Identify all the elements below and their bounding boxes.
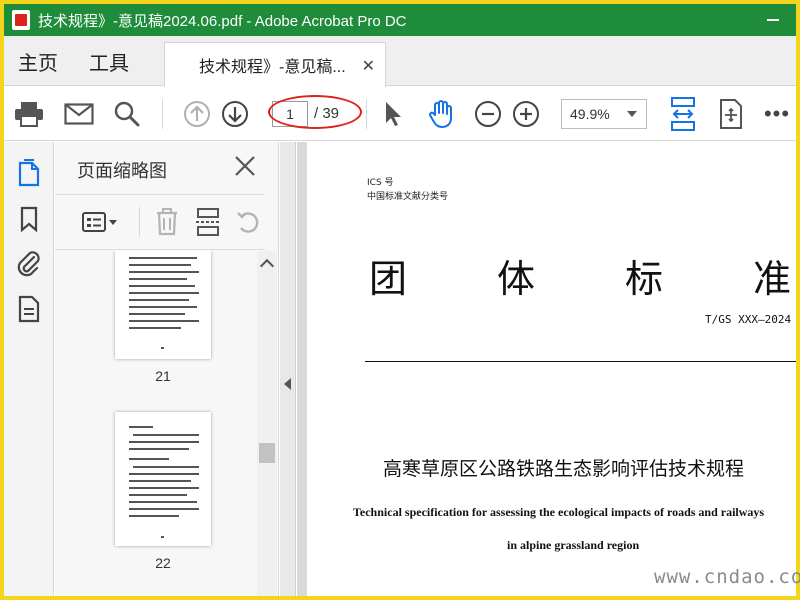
- thumbnail-list: 21 22: [55, 251, 255, 596]
- zoom-select[interactable]: 49.9%: [561, 99, 647, 129]
- print-icon: [15, 102, 43, 127]
- page-thumbnails-panel: 页面缩略图 21 22: [55, 142, 279, 596]
- previous-page-button[interactable]: [180, 97, 214, 131]
- thumbnail-options-button[interactable]: [81, 207, 121, 237]
- thumbnail-page-number: 22: [155, 555, 171, 571]
- paperclip-icon: [17, 251, 40, 277]
- arrow-down-circle-icon: [222, 101, 248, 127]
- hand-tool-button[interactable]: [424, 97, 458, 131]
- document-view[interactable]: ICS 号 中国标准文献分类号 团体标准 T/GS XXX—2024 高寒草原区…: [297, 142, 796, 596]
- header-rule: [365, 361, 796, 362]
- search-icon: [114, 101, 140, 127]
- close-panel-button[interactable]: [233, 154, 257, 178]
- tab-document[interactable]: 技术规程》-意见稿... ✕: [164, 42, 386, 87]
- fit-width-icon: [671, 97, 695, 131]
- tools-separator: [139, 207, 140, 237]
- page-thumbnails-button[interactable]: [14, 158, 44, 188]
- rotate-page-button[interactable]: [235, 207, 263, 237]
- page-split-icon: [196, 208, 220, 236]
- email-button[interactable]: [62, 97, 96, 131]
- print-button[interactable]: [12, 97, 46, 131]
- document-title-zh: 高寒草原区公路铁路生态影响评估技术规程: [383, 458, 745, 480]
- acrobat-window: 技术规程》-意见稿2024.06.pdf - Adobe Acrobat Pro…: [4, 4, 796, 596]
- more-tools-button[interactable]: •••: [762, 97, 792, 131]
- page-number-input[interactable]: 1: [272, 101, 308, 127]
- more-dots-icon: •••: [763, 101, 791, 126]
- scroll-up-icon[interactable]: [259, 258, 275, 274]
- site-watermark: www.cndao.com: [654, 566, 800, 588]
- tab-home[interactable]: 主页: [18, 36, 58, 86]
- zoom-out-button[interactable]: [472, 97, 504, 131]
- thumbnail-tools: [55, 194, 265, 250]
- document-lines-icon: [18, 295, 40, 323]
- search-button[interactable]: [110, 97, 144, 131]
- page-info-button[interactable]: [14, 294, 44, 324]
- pointer-cursor-icon: [386, 102, 401, 126]
- document-tab-label: 技术规程》-意见稿...: [199, 59, 346, 76]
- options-menu-icon: [82, 212, 117, 232]
- page-thumbnail-21[interactable]: [115, 251, 211, 359]
- navigation-rail: [4, 142, 54, 596]
- zoom-in-button[interactable]: [510, 97, 542, 131]
- standard-type-title: 团体标准: [369, 257, 791, 301]
- plus-circle-icon: [513, 101, 539, 127]
- minus-circle-icon: [475, 101, 501, 127]
- envelope-icon: [64, 103, 94, 125]
- title-bar: 技术规程》-意见稿2024.06.pdf - Adobe Acrobat Pro…: [4, 4, 796, 36]
- select-tool-button[interactable]: [378, 97, 408, 131]
- fit-page-button[interactable]: [668, 97, 698, 131]
- delete-pages-button[interactable]: [155, 207, 179, 237]
- split-page-button[interactable]: [195, 207, 221, 237]
- page-thumbnails-icon: [18, 159, 40, 187]
- toolbar-separator: [162, 99, 163, 129]
- scrollbar-thumb[interactable]: [259, 443, 275, 463]
- toolbar: 1 / 39 49.9% •••: [4, 87, 796, 141]
- bookmarks-button[interactable]: [14, 204, 44, 234]
- ics-label: ICS 号: [367, 178, 394, 188]
- zoom-value: 49.9%: [570, 106, 610, 122]
- page-total: / 39: [314, 105, 340, 122]
- tab-bar: 主页 工具 技术规程》-意见稿... ✕: [4, 36, 796, 87]
- close-tab-icon[interactable]: ✕: [362, 56, 375, 76]
- document-title-en-line2: in alpine grassland region: [507, 538, 640, 552]
- arrow-up-circle-icon: [184, 101, 210, 127]
- classification-label: 中国标准文献分类号: [367, 192, 449, 202]
- hand-icon: [429, 100, 452, 128]
- document-title-en: Technical specification for assessing th…: [353, 505, 765, 519]
- thumbnail-scrollbar[interactable]: [257, 251, 277, 596]
- panel-title: 页面缩略图: [77, 161, 167, 181]
- tab-tools[interactable]: 工具: [89, 36, 129, 86]
- full-screen-button[interactable]: [716, 97, 746, 131]
- attachments-button[interactable]: [14, 248, 44, 278]
- toolbar-separator: [366, 99, 367, 129]
- panel-splitter[interactable]: [280, 142, 296, 596]
- chevron-down-icon: [627, 111, 637, 117]
- close-icon: [235, 156, 255, 176]
- pdf-file-icon: [12, 10, 30, 30]
- pdf-page: ICS 号 中国标准文献分类号 团体标准 T/GS XXX—2024 高寒草原区…: [307, 142, 796, 596]
- collapse-panel-icon[interactable]: [284, 378, 291, 390]
- page-thumbnail-22[interactable]: [115, 412, 211, 546]
- standard-number: T/GS XXX—2024: [705, 313, 792, 326]
- minimize-button[interactable]: [750, 4, 796, 36]
- trash-icon: [157, 208, 177, 236]
- bookmark-icon: [20, 206, 38, 232]
- next-page-button[interactable]: [218, 97, 252, 131]
- rotate-icon: [237, 212, 259, 233]
- expand-page-icon: [720, 99, 742, 129]
- window-title: 技术规程》-意见稿2024.06.pdf - Adobe Acrobat Pro…: [38, 12, 407, 30]
- thumbnail-page-number: 21: [155, 368, 171, 384]
